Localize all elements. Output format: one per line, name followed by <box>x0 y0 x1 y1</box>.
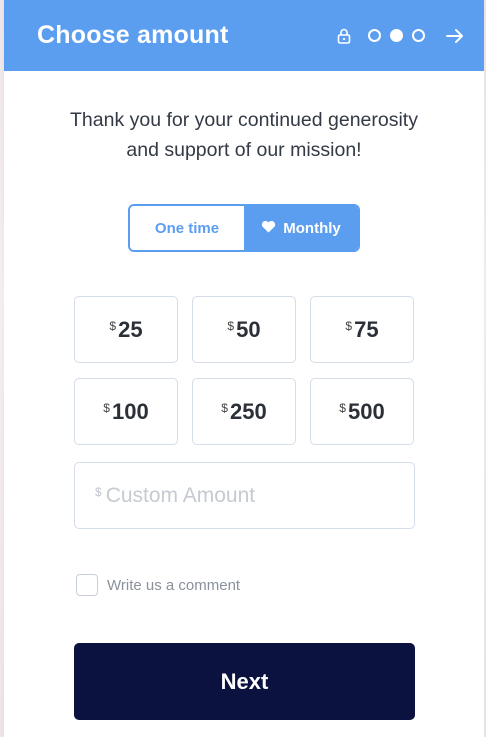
currency-symbol: $ <box>103 400 110 415</box>
comment-checkbox[interactable] <box>76 574 98 596</box>
header-icons <box>337 28 464 44</box>
amount-value: 250 <box>229 398 267 424</box>
custom-amount-input[interactable]: $ Custom Amount <box>74 462 415 529</box>
amount-button-25[interactable]: $ 25 <box>74 296 178 363</box>
donation-form-card: Choose amount Thank you for your continu… <box>4 0 484 737</box>
currency-symbol: $ <box>95 484 102 499</box>
step-dot-filled-icon <box>390 29 403 42</box>
message-line-1: Thank you for your continued generosity <box>70 109 418 131</box>
amount-button-250[interactable]: $ 250 <box>192 378 296 445</box>
step-dot-empty-icon <box>412 29 425 42</box>
monthly-option[interactable]: Monthly <box>244 206 358 250</box>
amount-value: 500 <box>347 398 385 424</box>
amount-grid: $ 25 $ 50 $ 75 $ 100 $ 250 $ 500 <box>74 296 415 445</box>
amount-value: 25 <box>118 316 143 342</box>
thank-you-message: Thank you for your continued generosity … <box>44 105 444 165</box>
comment-option: Write us a comment <box>76 574 240 596</box>
form-header: Choose amount <box>4 0 484 71</box>
custom-amount-placeholder: Custom Amount <box>105 483 256 507</box>
form-title: Choose amount <box>37 21 229 49</box>
one-time-label: One time <box>154 219 220 237</box>
currency-symbol: $ <box>109 318 117 333</box>
amount-button-500[interactable]: $ 500 <box>310 378 414 445</box>
currency-symbol: $ <box>227 318 235 333</box>
amount-value: 100 <box>111 398 149 424</box>
comment-label[interactable]: Write us a comment <box>107 577 240 594</box>
amount-button-75[interactable]: $ 75 <box>310 296 414 363</box>
one-time-option[interactable]: One time <box>130 206 244 250</box>
amount-button-100[interactable]: $ 100 <box>74 378 178 445</box>
message-line-2: and support of our mission! <box>126 139 362 161</box>
amount-button-50[interactable]: $ 50 <box>192 296 296 363</box>
heart-icon <box>261 220 276 237</box>
amount-value: 50 <box>236 316 261 342</box>
step-dot-empty-icon <box>368 29 381 42</box>
monthly-label: Monthly <box>283 219 341 237</box>
frequency-toggle: One time Monthly <box>128 204 360 252</box>
next-button[interactable]: Next <box>74 643 415 720</box>
currency-symbol: $ <box>221 400 228 415</box>
currency-symbol: $ <box>339 400 346 415</box>
arrow-right-icon[interactable] <box>446 28 464 44</box>
currency-symbol: $ <box>345 318 353 333</box>
lock-icon <box>337 28 351 44</box>
next-button-label: Next <box>220 668 269 694</box>
amount-value: 75 <box>354 316 379 342</box>
